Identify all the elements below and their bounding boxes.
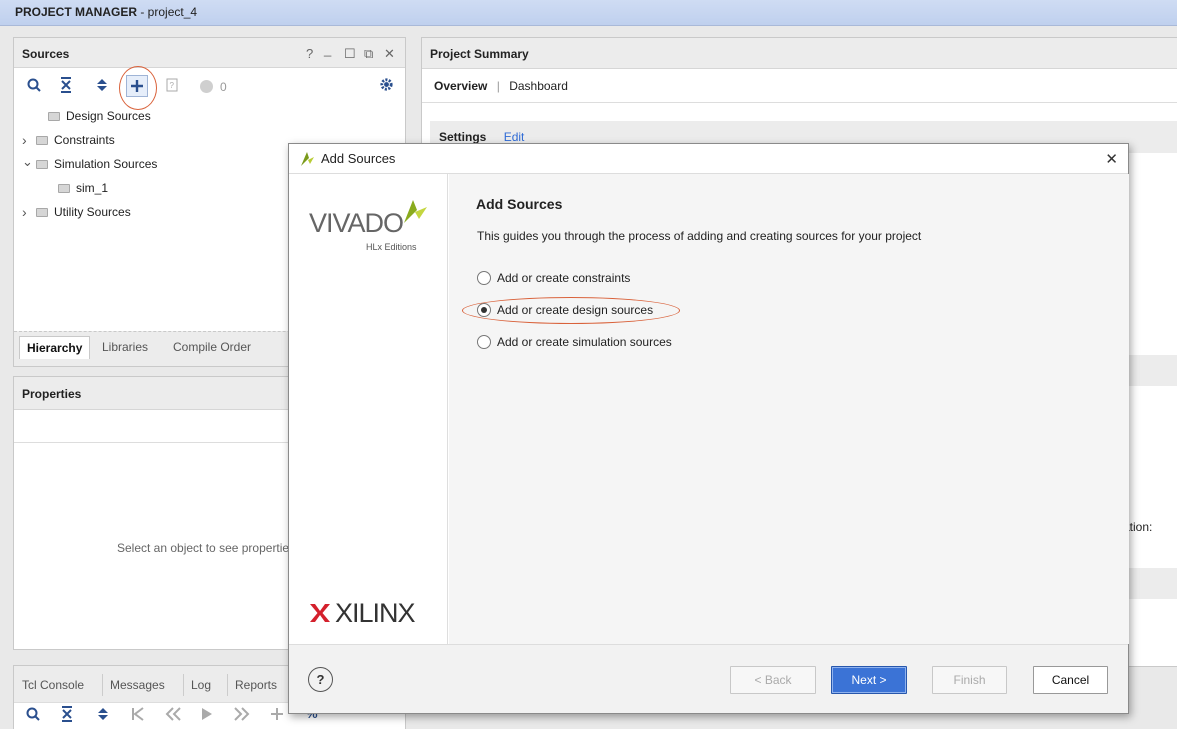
tab-compile-order[interactable]: Compile Order [166, 336, 258, 358]
collapse-all-icon[interactable] [56, 77, 76, 97]
chevron-down-icon[interactable]: ⌄ [22, 154, 36, 170]
vivado-app-icon [301, 151, 314, 166]
gear-icon[interactable] [376, 77, 396, 97]
add-icon[interactable] [270, 707, 284, 724]
xilinx-logo: XILINX [309, 598, 439, 628]
tree-item-utility-sources[interactable]: › Utility Sources [22, 202, 131, 222]
folder-icon [36, 135, 48, 145]
chevron-right-icon[interactable]: › [22, 132, 36, 148]
xilinx-mark-icon [310, 604, 330, 622]
tree-item-label: Simulation Sources [54, 157, 158, 171]
window-title-app: PROJECT MANAGER [15, 5, 138, 19]
previous-icon[interactable] [165, 707, 181, 724]
properties-title: Properties [22, 387, 82, 401]
minimize-icon[interactable]: _ [324, 42, 331, 57]
project-summary-header: Project Summary [422, 38, 1177, 69]
radio-constraints[interactable] [477, 271, 491, 285]
option-label: Add or create constraints [497, 271, 631, 285]
float-icon[interactable]: ⧉ [364, 46, 373, 62]
tree-item-sim-1[interactable]: sim_1 [58, 178, 108, 198]
vivado-leaf-icon [404, 200, 427, 223]
play-icon[interactable] [201, 707, 213, 724]
settings-edit-link[interactable]: Edit [504, 130, 525, 144]
tree-item-simulation-sources[interactable]: ⌄ Simulation Sources [22, 154, 157, 174]
radio-simulation-sources[interactable] [477, 335, 491, 349]
dialog-content: Add Sources This guides you through the … [449, 174, 1129, 644]
settings-label: Settings [439, 130, 487, 144]
folder-icon [48, 111, 60, 121]
search-icon[interactable] [26, 707, 40, 724]
status-dot-icon [200, 80, 213, 93]
tab-messages[interactable]: Messages [102, 674, 172, 696]
tab-libraries[interactable]: Libraries [95, 336, 155, 358]
vivado-logo: VIVADO HLx Editions [309, 200, 439, 262]
cancel-button[interactable]: Cancel [1033, 666, 1108, 694]
tab-reports[interactable]: Reports [227, 674, 284, 696]
window-title: PROJECT MANAGER - project_4 [0, 0, 1177, 26]
sources-title: Sources [22, 47, 70, 61]
properties-empty-message: Select an object to see properties [117, 541, 296, 555]
collapse-all-icon[interactable] [60, 706, 74, 725]
tree-item-design-sources[interactable]: Design Sources [34, 106, 151, 126]
close-icon[interactable]: ✕ [1105, 150, 1118, 168]
status-count: 0 [220, 80, 227, 94]
add-button-annotation-circle [119, 66, 157, 110]
tree-item-constraints[interactable]: › Constraints [22, 130, 115, 150]
expand-all-icon[interactable] [96, 706, 110, 725]
tree-item-label: Constraints [54, 133, 115, 147]
help-icon: ? [316, 672, 325, 687]
finish-button[interactable]: Finish [932, 666, 1007, 694]
dialog-heading: Add Sources [476, 196, 563, 212]
design-option-annotation-ellipse [462, 297, 680, 324]
tab-hierarchy[interactable]: Hierarchy [19, 336, 91, 359]
dialog-title: Add Sources [321, 151, 396, 166]
chevron-right-icon[interactable]: › [22, 204, 36, 220]
next-icon[interactable] [234, 707, 250, 724]
dialog-sidebar: VIVADO HLx Editions XILINX [289, 174, 448, 644]
window-title-project: - project_4 [137, 5, 198, 19]
dialog-description: This guides you through the process of a… [477, 229, 922, 243]
option-constraints[interactable]: Add or create constraints [477, 271, 630, 285]
folder-icon [58, 183, 70, 193]
tab-tcl-console[interactable]: Tcl Console [15, 674, 91, 696]
vivado-logo-text: VIVADO [309, 208, 404, 238]
tree-item-label: Utility Sources [54, 205, 131, 219]
svg-text:?: ? [170, 81, 175, 90]
expand-all-icon[interactable] [92, 77, 112, 97]
summary-tabs: Overview | Dashboard [422, 69, 1177, 103]
first-icon[interactable] [131, 707, 145, 724]
tab-log[interactable]: Log [183, 674, 218, 696]
folder-icon [36, 207, 48, 217]
maximize-icon[interactable]: ☐ [344, 46, 356, 62]
option-label: Add or create simulation sources [497, 335, 672, 349]
close-icon[interactable]: ✕ [384, 46, 395, 62]
back-button[interactable]: < Back [730, 666, 816, 694]
tab-separator: | [496, 79, 500, 93]
tab-overview[interactable]: Overview [434, 79, 487, 93]
dialog-title-bar: Add Sources ✕ [289, 144, 1128, 174]
help-icon[interactable]: ? [306, 46, 313, 61]
tab-dashboard[interactable]: Dashboard [509, 79, 568, 93]
help-button[interactable]: ? [308, 667, 333, 692]
xilinx-logo-text: XILINX [335, 597, 416, 628]
next-button[interactable]: Next > [831, 666, 907, 694]
project-summary-title: Project Summary [430, 47, 529, 61]
tree-item-label: Design Sources [66, 109, 151, 123]
option-simulation-sources[interactable]: Add or create simulation sources [477, 335, 672, 349]
folder-icon [36, 159, 48, 169]
tree-item-label: sim_1 [76, 181, 109, 195]
vivado-edition-text: HLx Editions [366, 242, 417, 252]
search-icon[interactable] [24, 77, 44, 97]
dialog-footer: ? < Back Next > Finish Cancel [289, 644, 1128, 713]
document-icon[interactable]: ? [162, 77, 182, 97]
add-sources-dialog: Add Sources ✕ VIVADO HLx Editions XILINX… [288, 143, 1129, 714]
